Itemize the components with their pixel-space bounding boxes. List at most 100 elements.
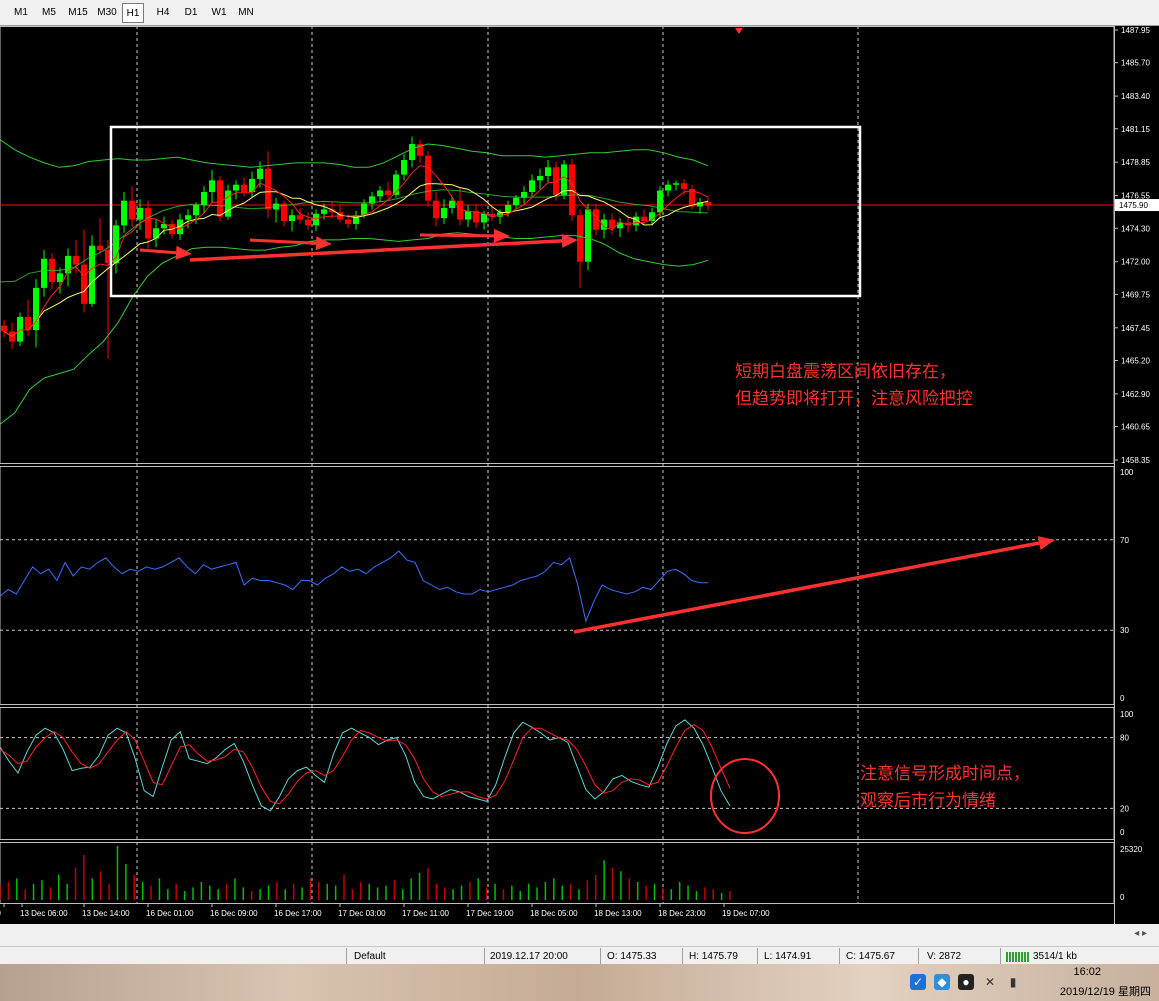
price-axis-label: 1460.65: [1121, 423, 1150, 432]
trend-arrow-4-shaft: [419, 233, 495, 238]
price-axis-label: 1485.70: [1121, 59, 1150, 68]
price-axis-label: 1462.90: [1121, 390, 1150, 399]
chart-tabs-bar: ◂ ▸: [0, 924, 1159, 947]
connection-bars-icon: [1006, 952, 1030, 962]
price-axis-label: 1487.95: [1121, 26, 1150, 35]
candle-body: [465, 210, 471, 220]
candle-body: [289, 215, 295, 222]
candle-body: [665, 184, 671, 191]
time-axis-label: 16 Dec 17:00: [274, 909, 322, 918]
speaker-muted-icon[interactable]: ✕: [982, 974, 998, 990]
clock-time[interactable]: 16:02: [1073, 966, 1101, 978]
candle-body: [385, 190, 391, 195]
timeframe-w1-button[interactable]: W1: [206, 3, 232, 23]
candle-body: [1, 325, 7, 332]
candle-body: [569, 164, 575, 216]
candle-body: [241, 184, 247, 192]
candle-body: [41, 258, 47, 288]
candle-body: [57, 273, 63, 283]
candle-body: [641, 216, 647, 222]
price-axis-label: 1481.15: [1121, 125, 1150, 134]
signal-icon[interactable]: ▮: [1005, 974, 1021, 990]
candle-body: [265, 168, 271, 210]
candle-body: [145, 207, 151, 239]
status-bar: ◂ ▸ Default 2019.12.17 20:00 O: 1475.33 …: [0, 924, 1159, 964]
time-axis-label: 13 Dec 06:00: [20, 909, 68, 918]
trend-arrow-1-head: [175, 245, 192, 260]
current-price-label: 1475.90: [1119, 201, 1148, 210]
candle-body: [441, 207, 447, 219]
candle-body: [529, 180, 535, 192]
status-datetime: 2019.12.17 20:00: [490, 951, 568, 962]
status-separator: [484, 948, 485, 964]
rsi-axis-label: 70: [1120, 536, 1129, 545]
status-profile[interactable]: Default: [354, 950, 386, 964]
candle-body: [313, 213, 319, 226]
timeframe-m30-button[interactable]: M30: [94, 3, 120, 23]
clock-date[interactable]: 2019/12/19 星期四: [1060, 983, 1151, 999]
candle-body: [281, 203, 287, 222]
candle-body: [81, 264, 87, 304]
price-axis-label: 1478.85: [1121, 158, 1150, 167]
trend-arrow-2-head: [315, 236, 332, 251]
timeframe-toolbar: M1 M5 M15 M30 H1 H4 D1 W1 MN: [0, 0, 1159, 26]
time-axis-label: 18 Dec 05:00: [530, 909, 578, 918]
candle-body: [217, 180, 223, 217]
timeframe-h4-button[interactable]: H4: [150, 3, 176, 23]
trend-arrow-2-shaft: [249, 238, 317, 245]
status-separator: [682, 948, 683, 964]
trend-arrow-1-shaft: [139, 248, 177, 255]
candle-body: [505, 205, 511, 213]
tab-scroll-arrows[interactable]: ◂ ▸: [1134, 928, 1147, 939]
candle-body: [209, 180, 215, 192]
timeframe-m15-button[interactable]: M15: [64, 3, 92, 23]
status-separator: [757, 948, 758, 964]
timeframe-h1-button[interactable]: H1: [122, 3, 144, 23]
candle-body: [201, 191, 207, 206]
candle-body: [673, 183, 679, 185]
candle-body: [657, 190, 663, 213]
candle-body: [401, 160, 407, 175]
status-open: O: 1475.33: [607, 951, 657, 962]
status-separator: [918, 948, 919, 964]
candle-body: [97, 245, 103, 251]
candle-body: [129, 200, 135, 220]
timeframe-d1-button[interactable]: D1: [178, 3, 204, 23]
status-close: C: 1475.67: [846, 951, 895, 962]
penguin-icon[interactable]: ●: [958, 974, 974, 990]
status-connection[interactable]: 3514/1 kb: [1033, 950, 1077, 964]
price-axis-label: 1465.20: [1121, 356, 1150, 365]
timeframe-mn-button[interactable]: MN: [234, 3, 258, 23]
stoch-axis-label: 80: [1120, 734, 1129, 743]
status-separator: [839, 948, 840, 964]
annotation-stoch-line2: 观察后市行为情绪: [860, 791, 996, 810]
timeframe-m1-button[interactable]: M1: [8, 3, 34, 23]
candle-body: [449, 200, 455, 208]
volume-axis-label: 0: [1120, 893, 1125, 902]
status-separator: [600, 948, 601, 964]
price-axis-label: 1474.30: [1121, 224, 1150, 233]
rsi-projection-arrow-head: [1037, 536, 1055, 550]
time-axis-label: 16 Dec 09:00: [210, 909, 258, 918]
bollinger-upper-line: [0, 139, 709, 168]
price-axis-label: 1467.45: [1121, 324, 1150, 333]
stoch-axis-label: 20: [1120, 804, 1129, 813]
shield-icon[interactable]: ✓: [910, 974, 926, 990]
candle-body: [577, 215, 583, 262]
box-icon[interactable]: ◆: [934, 974, 950, 990]
candle-body: [89, 245, 95, 304]
candle-body: [73, 255, 79, 265]
time-axis-label: 18 Dec 13:00: [594, 909, 642, 918]
chart-area[interactable]: 1487.95 1485.70 1483.40 1481.15 1478.85 1476.…: [0, 26, 1159, 924]
candle-body: [297, 215, 303, 220]
status-volume: V: 2872: [927, 951, 962, 962]
annotation-main: 短期白盘震荡区间依旧存在， 但趋势即将打开，注意风险把控: [735, 358, 973, 412]
candle-body: [705, 202, 711, 206]
candle-body: [225, 190, 231, 217]
rsi-axis-label: 100: [1120, 468, 1134, 477]
price-axis-label: 1469.75: [1121, 290, 1150, 299]
candle-body: [17, 316, 23, 342]
candle-body: [121, 200, 127, 226]
taskbar: ✓ ◆ ● ✕ ▮ 16:02 2019/12/19 星期四: [0, 964, 1159, 1001]
timeframe-m5-button[interactable]: M5: [36, 3, 62, 23]
